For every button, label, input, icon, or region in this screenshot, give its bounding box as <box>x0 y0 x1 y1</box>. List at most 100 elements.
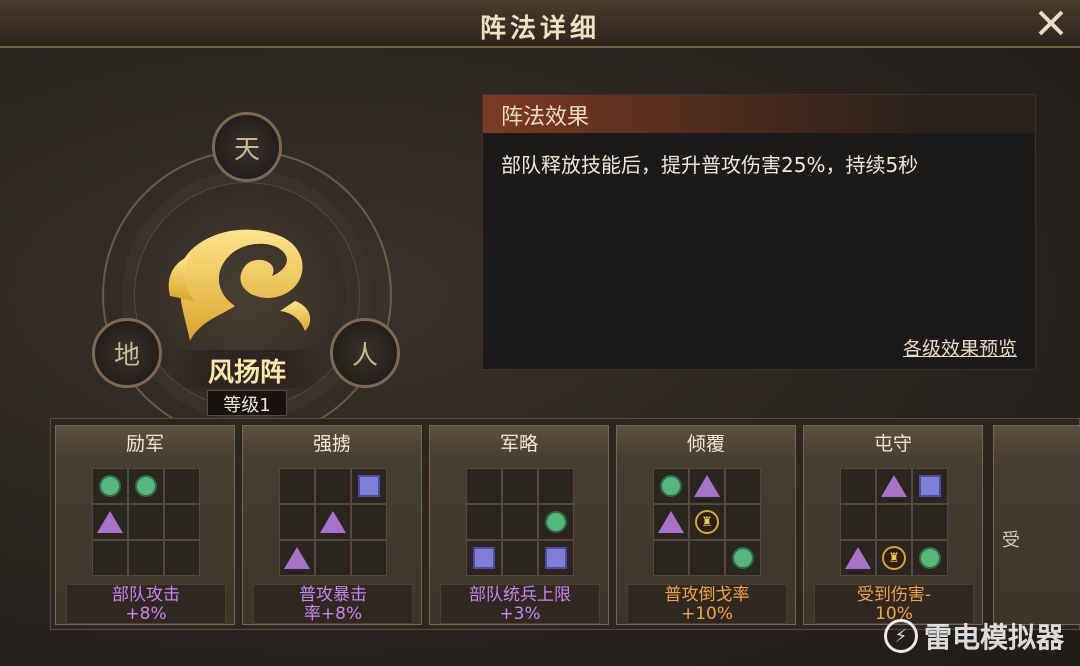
grid-cell <box>351 504 387 540</box>
card-effect-value: +10% <box>680 604 734 624</box>
grid-cell <box>653 504 689 540</box>
card-effect-line: 部队攻击 <box>112 585 180 605</box>
triangle-unit-icon <box>97 511 123 533</box>
grid-cell <box>689 540 725 576</box>
grid-cell <box>315 504 351 540</box>
card-title: 倾覆 <box>617 426 795 458</box>
card-effect: 普攻暴击 率+8% <box>253 584 413 624</box>
grid-cell <box>502 468 538 504</box>
effect-header: 阵法效果 <box>483 95 1035 133</box>
grid-cell <box>653 468 689 504</box>
partial-card[interactable]: 受 <box>993 425 1080 625</box>
circle-unit-icon <box>545 511 567 533</box>
position-grid: ♜ <box>840 468 948 576</box>
grid-cell: ♜ <box>876 540 912 576</box>
node-top[interactable]: 天 <box>212 112 282 182</box>
position-grid: ♜ <box>653 468 761 576</box>
card-title: 强掳 <box>243 426 421 458</box>
formation-card[interactable]: 军略部队统兵上限 +3% <box>429 425 609 625</box>
grid-cell <box>466 540 502 576</box>
circle-unit-icon <box>660 475 682 497</box>
grid-cell <box>92 468 128 504</box>
grid-cell <box>876 468 912 504</box>
circle-unit-icon <box>99 475 121 497</box>
general-icon: ♜ <box>695 510 719 534</box>
node-right[interactable]: 人 <box>330 318 400 388</box>
grid-cell <box>538 540 574 576</box>
grid-cell <box>653 540 689 576</box>
grid-cell <box>466 468 502 504</box>
circle-unit-icon <box>732 547 754 569</box>
grid-cell <box>725 504 761 540</box>
grid-cell <box>164 504 200 540</box>
position-grid <box>279 468 387 576</box>
grid-cell <box>502 540 538 576</box>
close-button[interactable] <box>1034 6 1068 40</box>
card-title: 励军 <box>56 426 234 458</box>
level-preview-link[interactable]: 各级效果预览 <box>903 334 1017 361</box>
card-effect-line: 部队统兵上限 <box>469 585 571 605</box>
circle-unit-icon <box>135 475 157 497</box>
grid-cell <box>840 540 876 576</box>
grid-cell <box>128 468 164 504</box>
grid-cell <box>164 540 200 576</box>
grid-cell <box>279 504 315 540</box>
formation-card[interactable]: 强掳普攻暴击 率+8% <box>242 425 422 625</box>
grid-cell <box>279 468 315 504</box>
grid-cell <box>912 540 948 576</box>
triangle-unit-icon <box>881 475 907 497</box>
grid-cell <box>164 468 200 504</box>
triangle-unit-icon <box>694 475 720 497</box>
formation-name: 风扬阵 <box>172 350 322 388</box>
triangle-unit-icon <box>845 547 871 569</box>
grid-cell <box>538 504 574 540</box>
grid-cell <box>92 540 128 576</box>
card-effect: 普攻倒戈率 +10% <box>627 584 787 624</box>
partial-card-text: 受 <box>1002 530 1020 551</box>
grid-cell <box>351 468 387 504</box>
card-title: 军略 <box>430 426 608 458</box>
effect-description: 部队释放技能后，提升普攻伤害25%，持续5秒 <box>501 153 919 177</box>
grid-cell <box>689 468 725 504</box>
formation-cards: 励军 部队攻击 +8% 强掳 普攻暴击 率+8% 军略 部队统兵上限 +3% 倾覆 ♜ 普攻倒戈率 +1… <box>50 418 1080 630</box>
triangle-unit-icon <box>658 511 684 533</box>
watermark: ⚡ 雷电模拟器 <box>883 616 1064 656</box>
formation-card[interactable]: 励军部队攻击 +8% <box>55 425 235 625</box>
card-effect: 部队统兵上限 +3% <box>440 584 600 624</box>
triangle-unit-icon <box>284 547 310 569</box>
grid-cell <box>315 540 351 576</box>
grid-cell <box>351 540 387 576</box>
grid-cell <box>538 468 574 504</box>
card-header <box>994 426 1080 458</box>
card-effect-value: +3% <box>499 604 541 624</box>
grid-cell <box>725 540 761 576</box>
grid-cell <box>466 504 502 540</box>
node-left[interactable]: 地 <box>92 318 162 388</box>
title-bar: 阵法详细 <box>0 0 1080 48</box>
window-title: 阵法详细 <box>479 14 600 44</box>
grid-cell <box>502 504 538 540</box>
effect-panel: 阵法效果 部队释放技能后，提升普攻伤害25%，持续5秒 各级效果预览 <box>482 94 1036 370</box>
circle-unit-icon <box>919 547 941 569</box>
formation-level: 等级1 <box>207 390 287 416</box>
card-effect-line: 受到伤害- <box>856 585 932 605</box>
formation-emblem: 天 地 人 风扬阵 等级1 <box>92 110 402 440</box>
grid-cell <box>912 468 948 504</box>
formation-card[interactable]: 屯守 ♜ 受到伤害- 10% <box>803 425 983 625</box>
grid-cell <box>912 504 948 540</box>
square-unit-icon <box>545 547 567 569</box>
watermark-text: 雷电模拟器 <box>923 621 1064 654</box>
card-effect-line: 普攻倒戈率 <box>664 585 750 605</box>
grid-cell <box>128 504 164 540</box>
formation-card[interactable]: 倾覆 ♜ 普攻倒戈率 +10% <box>616 425 796 625</box>
square-unit-icon <box>919 475 941 497</box>
grid-cell <box>840 504 876 540</box>
card-effect: 部队攻击 +8% <box>66 584 226 624</box>
grid-cell <box>315 468 351 504</box>
triangle-unit-icon <box>320 511 346 533</box>
lightning-icon: ⚡ <box>883 619 918 653</box>
grid-cell <box>876 504 912 540</box>
grid-cell <box>128 540 164 576</box>
card-effect-line: 普攻暴击 <box>299 585 367 605</box>
card-effect-value: +8% <box>125 604 167 624</box>
